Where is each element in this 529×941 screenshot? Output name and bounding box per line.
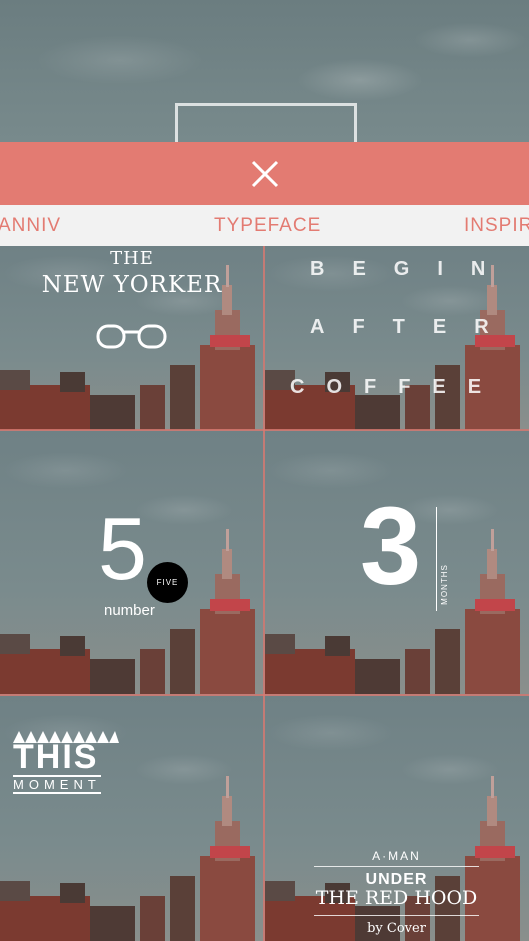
category-tabs: ANNIV TYPEFACE INSPIR xyxy=(0,205,529,246)
glasses-icon xyxy=(96,324,167,349)
close-icon xyxy=(251,160,278,187)
template-new-yorker: THE NEW YORKER xyxy=(0,248,264,428)
tab-anniv[interactable]: ANNIV xyxy=(0,205,61,246)
template-divider xyxy=(314,866,479,867)
template-text: by Cover xyxy=(367,921,426,936)
template-text: AFTER xyxy=(310,316,517,338)
grid-divider xyxy=(0,429,529,431)
five-badge: FIVE xyxy=(147,562,188,603)
tab-inspir[interactable]: INSPIR xyxy=(464,205,529,246)
template-text: COFFEE xyxy=(290,376,504,398)
template-text: THE RED HOOD xyxy=(315,887,478,909)
template-text: number xyxy=(104,602,155,619)
template-coffee: BEGIN AFTER COFFEE xyxy=(265,248,529,428)
template-divider xyxy=(436,507,437,611)
template-text: BEGIN xyxy=(310,258,514,280)
template-text: MOMENT xyxy=(13,775,101,794)
template-text: THE xyxy=(110,248,154,269)
close-button[interactable] xyxy=(0,142,529,205)
template-text: MONTHS xyxy=(439,564,449,605)
tab-typeface[interactable]: TYPEFACE xyxy=(214,205,321,246)
template-text: THIS xyxy=(13,738,99,776)
grid-divider xyxy=(0,694,529,696)
template-text: 5 xyxy=(98,499,147,598)
template-text: 3 xyxy=(360,485,422,608)
template-text: NEW YORKER xyxy=(41,272,223,298)
template-text: A·MAN xyxy=(372,849,421,863)
template-divider xyxy=(314,915,479,916)
